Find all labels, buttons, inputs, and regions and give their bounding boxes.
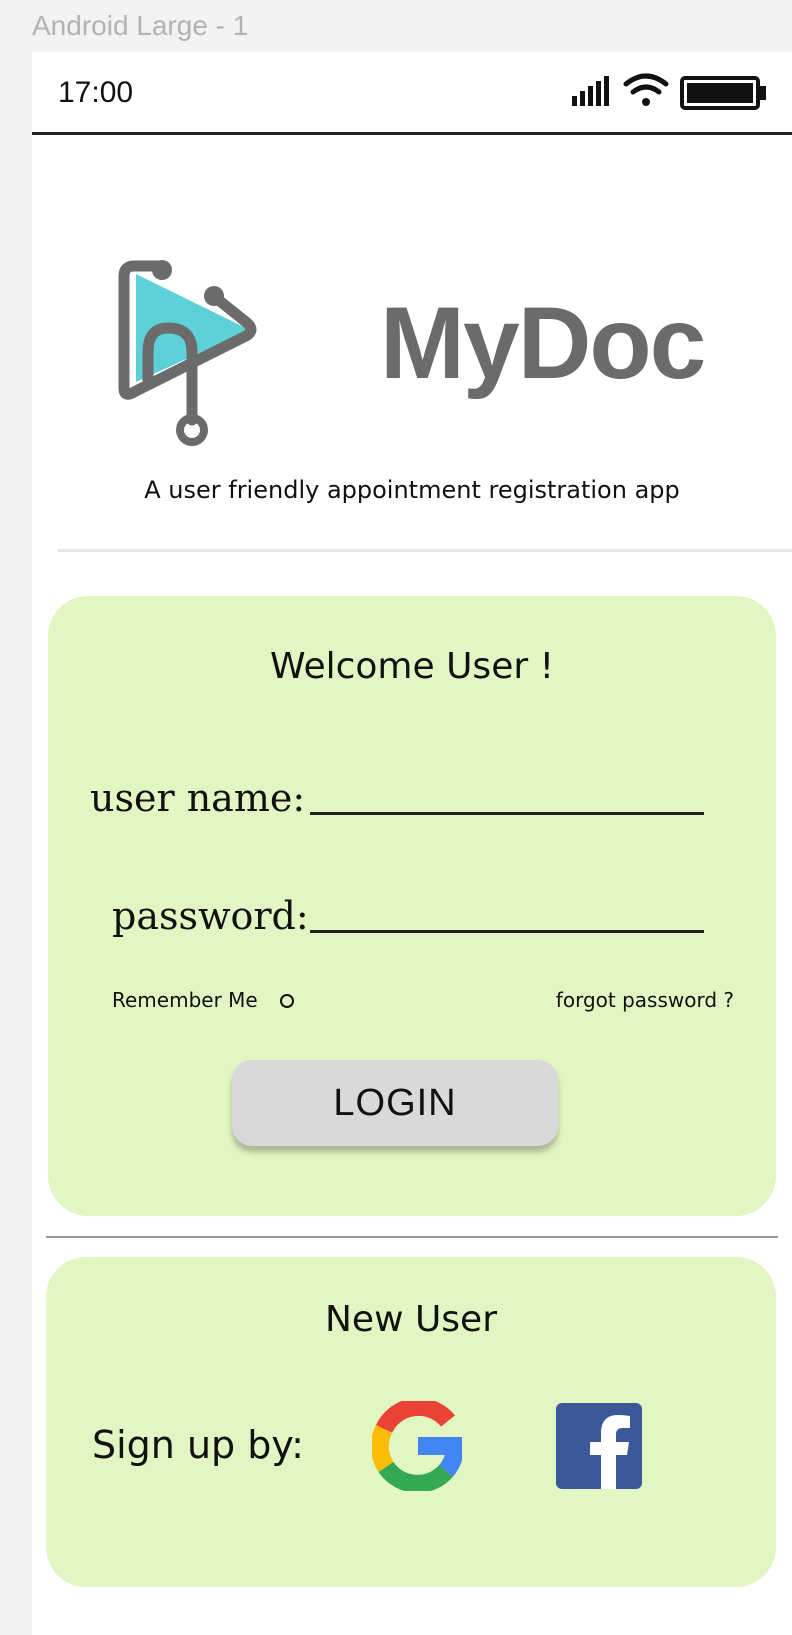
signup-label: Sign up by: — [92, 1423, 304, 1467]
mydoc-logo: MyDoc — [112, 202, 706, 462]
username-input[interactable] — [310, 812, 704, 815]
remember-me-radio[interactable] — [280, 994, 294, 1008]
forgot-password-link[interactable]: forgot password ? — [556, 988, 734, 1012]
google-signup-button[interactable] — [370, 1398, 464, 1493]
facebook-icon — [556, 1403, 642, 1489]
password-label: password: — [112, 894, 309, 938]
login-button[interactable]: LOGIN — [232, 1060, 558, 1146]
facebook-signup-button[interactable] — [556, 1403, 642, 1489]
login-card: Welcome User ! user name: password: Reme… — [48, 596, 776, 1216]
divider — [46, 1236, 778, 1238]
signal-icon — [572, 76, 609, 106]
phone-screen: 17:00 MyDoc A user friendly appointment … — [32, 52, 792, 1635]
username-label: user name: — [90, 776, 306, 820]
new-user-title: New User — [324, 1299, 498, 1340]
status-icons — [572, 72, 768, 112]
status-bar: 17:00 — [32, 52, 792, 135]
brand-name: MyDoc — [380, 286, 706, 400]
status-time: 17:00 — [58, 76, 134, 109]
frame-label: Android Large - 1 — [32, 10, 249, 41]
battery-icon — [680, 76, 766, 110]
stethoscope-logo-icon — [118, 260, 257, 446]
wifi-icon — [623, 73, 669, 106]
password-input[interactable] — [310, 930, 704, 933]
tagline: A user friendly appointment registration… — [144, 476, 680, 504]
welcome-title: Welcome User ! — [269, 646, 555, 687]
divider — [58, 549, 792, 552]
google-icon — [370, 1398, 464, 1493]
signup-card: New User Sign up by: — [46, 1257, 776, 1587]
remember-me-label: Remember Me — [112, 988, 258, 1012]
